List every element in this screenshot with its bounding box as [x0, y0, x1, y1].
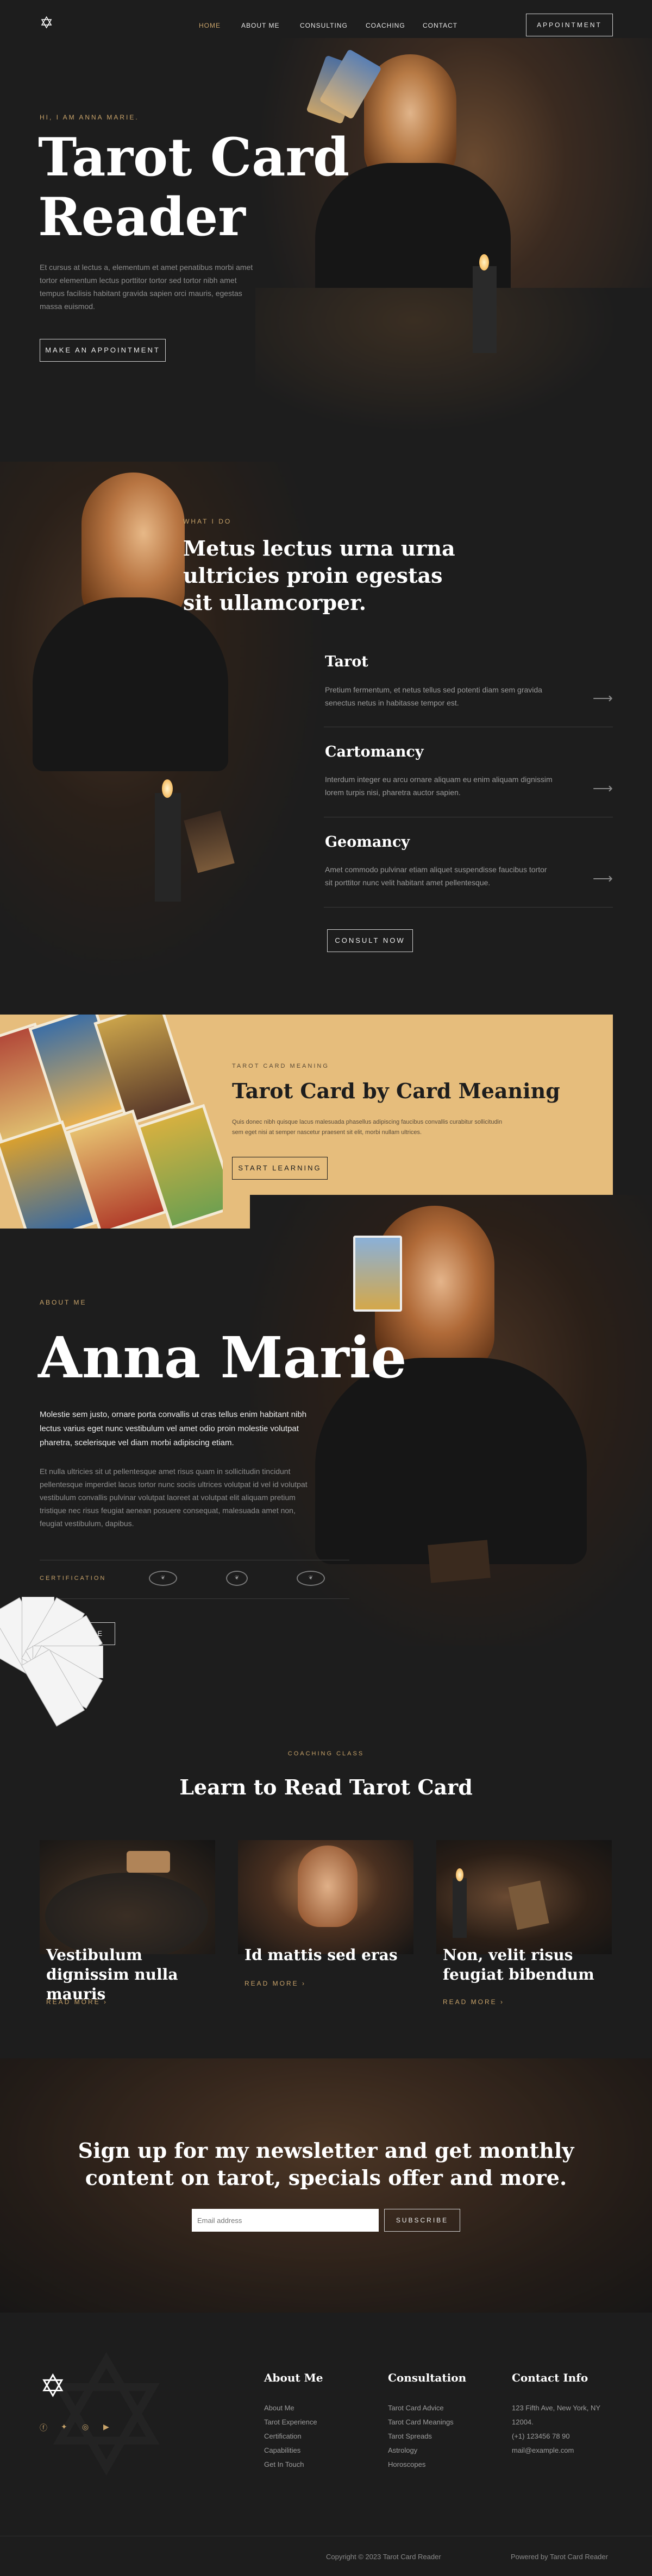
facebook-icon[interactable]: ⓕ: [40, 2422, 47, 2433]
nav-contact[interactable]: CONTACT: [423, 22, 457, 29]
award-badge-icon: ❦: [149, 1571, 177, 1586]
award-badge-icon: ❦: [226, 1571, 248, 1586]
tarot-cards-spread: [0, 1015, 223, 1229]
read-more-link[interactable]: READ MORE ›: [443, 1998, 504, 2006]
arrow-right-icon: ›: [302, 1980, 306, 1987]
footer-logo-icon[interactable]: ✡: [40, 2370, 66, 2403]
youtube-icon[interactable]: ▶: [103, 2422, 109, 2432]
logo-icon[interactable]: ✡: [40, 15, 53, 32]
footer-watermark-icon: ✡: [38, 2326, 175, 2508]
coaching-card-title[interactable]: Non, velit risus feugiat bibendum: [443, 1945, 611, 1985]
award-badge-icon: ❦: [297, 1571, 325, 1586]
banner-title: Tarot Card by Card Meaning: [232, 1079, 560, 1103]
read-more-label: READ MORE: [443, 1998, 497, 2006]
read-more-label: READ MORE: [244, 1980, 299, 1987]
service-arrow-cartomancy[interactable]: ⟶: [593, 780, 613, 797]
service-title-tarot: Tarot: [325, 653, 368, 670]
card-fan: [0, 1586, 109, 1727]
coaching-card-title[interactable]: Id mattis sed eras: [244, 1945, 413, 1965]
coaching-card-image[interactable]: [436, 1840, 612, 1954]
nav-about[interactable]: ABOUT ME: [241, 22, 279, 29]
hero-photo: [255, 38, 652, 451]
read-more-link[interactable]: READ MORE ›: [46, 1998, 108, 2006]
coaching-title: Learn to Read Tarot Card: [179, 1775, 473, 1799]
hero-text: Et cursus at lectus a, elementum et amet…: [40, 263, 253, 311]
footer-col3-title: Contact Info: [512, 2371, 588, 2384]
service-arrow-tarot[interactable]: ⟶: [593, 690, 613, 707]
appointment-button[interactable]: APPOINTMENT: [526, 14, 613, 36]
footer-address: 12004.: [512, 2418, 534, 2426]
footer-link[interactable]: Certification: [264, 2432, 302, 2440]
nav-consulting[interactable]: CONSULTING: [300, 22, 348, 29]
services-heading: Metus lectus urna urna ultricies proin e…: [183, 536, 455, 615]
nav-coaching[interactable]: COACHING: [366, 22, 405, 29]
service-text-cartomancy: Interdum integer eu arcu ornare aliquam …: [325, 775, 553, 797]
service-divider: [324, 907, 613, 908]
services-eyebrow: WHAT I DO: [183, 518, 232, 525]
footer-link[interactable]: About Me: [264, 2404, 294, 2412]
banner-eyebrow: TAROT CARD MEANING: [232, 1063, 329, 1069]
footer-link[interactable]: Tarot Experience: [264, 2418, 317, 2426]
footer-link[interactable]: Tarot Spreads: [388, 2432, 432, 2440]
about-name: Anna Marie: [38, 1324, 407, 1391]
email-input[interactable]: [192, 2209, 379, 2232]
coaching-card-image[interactable]: [238, 1840, 413, 1954]
twitter-icon[interactable]: ✦: [61, 2422, 67, 2432]
service-arrow-geomancy[interactable]: ⟶: [593, 870, 613, 887]
start-learning-button[interactable]: START LEARNING: [232, 1157, 328, 1180]
read-more-label: READ MORE: [46, 1998, 101, 2006]
hero-eyebrow: HI, I AM ANNA MARIE.: [40, 114, 139, 121]
read-more-link[interactable]: READ MORE ›: [244, 1980, 306, 1987]
footer-link[interactable]: Tarot Card Advice: [388, 2404, 444, 2412]
hero-title-line1: Tarot Card: [38, 127, 350, 188]
footer-link[interactable]: Tarot Card Meanings: [388, 2418, 454, 2426]
newsletter-title: Sign up for my newsletter and get monthl…: [78, 2138, 574, 2190]
coaching-eyebrow: COACHING CLASS: [287, 1750, 365, 1757]
footer-link[interactable]: Capabilities: [264, 2446, 300, 2454]
footer-col2-title: Consultation: [388, 2371, 467, 2384]
footer-phone[interactable]: (+1) 123456 78 90: [512, 2432, 570, 2440]
coaching-card-title[interactable]: Vestibulum dignissim nulla mauris: [46, 1945, 215, 2004]
arrow-right-icon: ›: [500, 1998, 505, 2006]
service-title-cartomancy: Cartomancy: [325, 744, 424, 760]
banner-text: Quis donec nibh quisque lacus malesuada …: [232, 1119, 503, 1136]
page: ✡ HOME ABOUT ME CONSULTING COACHING CONT…: [0, 0, 652, 2576]
about-eyebrow: ABOUT ME: [40, 1299, 87, 1306]
service-text-geomancy: Amet commodo pulvinar etiam aliquet susp…: [325, 865, 547, 887]
about-lead: Molestie sem justo, ornare porta convall…: [40, 1410, 307, 1447]
consult-now-button[interactable]: CONSULT NOW: [327, 929, 413, 952]
about-text: Et nulla ultricies sit ut pellentesque a…: [40, 1467, 308, 1528]
hero-title-line2: Reader: [38, 186, 246, 248]
footer-col1-title: About Me: [264, 2371, 323, 2384]
service-title-geomancy: Geomancy: [325, 834, 410, 851]
coaching-card-image[interactable]: [40, 1840, 215, 1954]
footer-email[interactable]: mail@example.com: [512, 2446, 574, 2454]
service-text-tarot: Pretium fermentum, et netus tellus sed p…: [325, 685, 542, 707]
cert-label: CERTIFICATION: [40, 1575, 106, 1582]
footer-link[interactable]: Get In Touch: [264, 2460, 304, 2468]
instagram-icon[interactable]: ◎: [82, 2422, 89, 2432]
footer-link[interactable]: Astrology: [388, 2446, 417, 2454]
footer-link[interactable]: Horoscopes: [388, 2460, 425, 2468]
copyright: Copyright © 2023 Tarot Card Reader: [326, 2553, 441, 2561]
footer-address: 123 Fifth Ave, New York, NY: [512, 2404, 601, 2412]
make-appointment-button[interactable]: MAKE AN APPOINTMENT: [40, 339, 166, 362]
subscribe-button[interactable]: SUBSCRIBE: [384, 2209, 460, 2232]
powered-by: Powered by Tarot Card Reader: [511, 2553, 608, 2561]
nav-home[interactable]: HOME: [199, 22, 221, 29]
arrow-right-icon: ›: [104, 1998, 108, 2006]
